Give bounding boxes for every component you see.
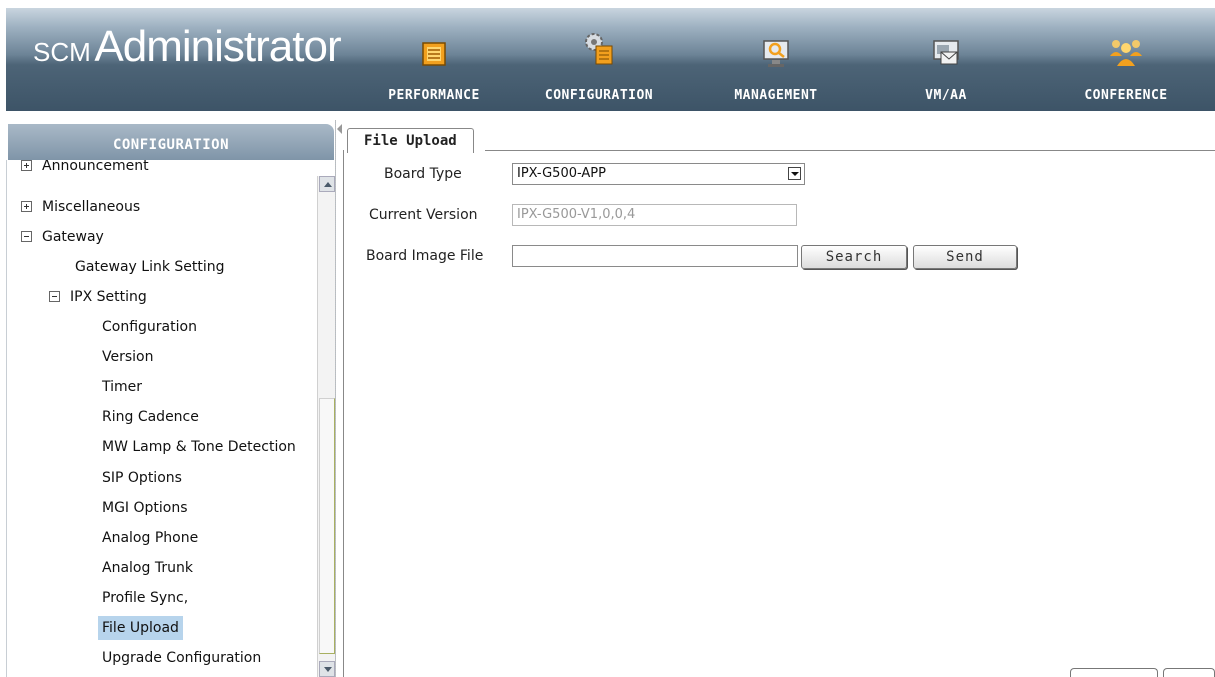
tree-item-miscellaneous[interactable]: Miscellaneous [21, 195, 140, 219]
tree-item-configuration[interactable]: Configuration [102, 315, 197, 339]
brand-logo: SCM Administrator [33, 22, 342, 72]
tree-item-ipx-setting[interactable]: IPX Setting [49, 285, 147, 309]
nav-management-label: MANAGEMENT [734, 88, 818, 103]
tree-item-label: Analog Phone [102, 530, 199, 546]
tree-item-label: Gateway [42, 229, 104, 245]
management-icon [763, 40, 789, 67]
tree-item-label: Upgrade Configuration [102, 650, 262, 666]
tree-item-profile-sync[interactable]: Profile Sync, [102, 586, 188, 610]
sidebar-title: CONFIGURATION [112, 137, 230, 153]
nav-vmaa[interactable]: VM/AA [876, 8, 1016, 111]
sidebar-header: CONFIGURATION [8, 124, 334, 160]
tree-item-upgrade-configuration[interactable]: Upgrade Configuration [102, 646, 261, 670]
bottom-button-2[interactable] [1163, 668, 1215, 677]
tree-item-gateway-link-setting[interactable]: Gateway Link Setting [75, 255, 225, 279]
tree-item-gateway[interactable]: Gateway [21, 225, 104, 249]
board-image-file-input[interactable] [512, 245, 798, 267]
tree-item-label: Timer [102, 379, 143, 395]
tree-item-label: Ring Cadence [102, 409, 199, 425]
vmaa-icon [933, 40, 959, 65]
collapse-icon[interactable] [49, 291, 60, 302]
scroll-thumb[interactable] [319, 398, 335, 654]
sidebar: CONFIGURATION Announcement Miscellaneous… [6, 120, 336, 677]
tree-item-label: Configuration [102, 319, 197, 335]
nav-management[interactable]: MANAGEMENT [706, 8, 846, 111]
nav-performance[interactable]: PERFORMANCE [363, 8, 505, 111]
tree-item-label: Profile Sync, [102, 590, 189, 606]
nav-configuration[interactable]: CONFIGURATION [524, 8, 674, 111]
expand-icon[interactable] [21, 160, 32, 171]
tree-item-timer[interactable]: Timer [102, 375, 142, 399]
tree-item-label: IPX Setting [70, 289, 147, 305]
tree-item-label: File Upload [102, 620, 179, 636]
tree-item-sip-options[interactable]: SIP Options [102, 466, 182, 490]
tree-item-label: MW Lamp & Tone Detection [102, 439, 296, 455]
board-type-label: Board Type [384, 166, 462, 182]
tree-item-label: Version [102, 349, 154, 365]
brand-large: Administrator [94, 22, 341, 71]
chevron-down-icon[interactable] [788, 167, 801, 180]
current-version-field: IPX-G500-V1,0,0,4 [512, 204, 797, 226]
scroll-down-button[interactable] [319, 661, 335, 677]
tab-divider [485, 150, 1215, 151]
tree-item-label: SIP Options [102, 470, 182, 486]
scroll-up-button[interactable] [319, 176, 335, 192]
current-version-label: Current Version [369, 207, 478, 223]
tab-file-upload[interactable]: File Upload [347, 128, 474, 153]
content-border [343, 150, 344, 677]
main-panel: File Upload Board Type IPX-G500-APP Curr… [343, 120, 1215, 677]
collapse-icon[interactable] [21, 231, 32, 242]
config-tree: Announcement Miscellaneous Gateway Gatew… [6, 160, 314, 677]
board-type-value: IPX-G500-APP [517, 166, 606, 181]
tree-item-label: Miscellaneous [42, 199, 141, 215]
tree-item-label: Announcement [42, 160, 149, 174]
tree-item-mgi-options[interactable]: MGI Options [102, 496, 188, 520]
performance-icon [422, 42, 446, 66]
board-type-select[interactable]: IPX-G500-APP [512, 163, 805, 185]
panel-splitter[interactable] [335, 120, 343, 677]
tree-item-label: Gateway Link Setting [75, 259, 225, 275]
tree-item-file-upload[interactable]: File Upload [98, 616, 183, 640]
collapse-arrow-icon[interactable] [337, 124, 342, 134]
tree-item-label: MGI Options [102, 500, 188, 516]
tree-item-analog-phone[interactable]: Analog Phone [102, 526, 198, 550]
tree-item-announcement[interactable]: Announcement [21, 160, 149, 178]
conference-icon [1110, 40, 1142, 66]
nav-configuration-label: CONFIGURATION [544, 88, 654, 103]
app-header: SCM Administrator PERFORMANCE CONFIGURAT… [6, 8, 1215, 111]
nav-performance-label: PERFORMANCE [388, 88, 480, 103]
tree-item-mw-lamp[interactable]: MW Lamp & Tone Detection [102, 435, 296, 459]
search-button[interactable]: Search [801, 245, 907, 269]
sidebar-scrollbar[interactable] [317, 176, 335, 677]
board-image-file-label: Board Image File [366, 248, 484, 264]
tree-item-version[interactable]: Version [102, 345, 153, 369]
configuration-icon [585, 33, 613, 65]
brand-small: SCM [33, 37, 91, 67]
arrow-up-icon [324, 182, 332, 187]
arrow-down-icon [324, 667, 332, 672]
tree-item-ring-cadence[interactable]: Ring Cadence [102, 405, 199, 429]
send-button[interactable]: Send [913, 245, 1017, 269]
nav-vmaa-label: VM/AA [925, 88, 967, 103]
tree-item-label: Analog Trunk [102, 560, 193, 576]
expand-icon[interactable] [21, 201, 32, 212]
tree-item-analog-trunk[interactable]: Analog Trunk [102, 556, 193, 580]
nav-conference-label: CONFERENCE [1084, 88, 1168, 103]
bottom-button[interactable] [1070, 668, 1158, 677]
nav-conference[interactable]: CONFERENCE [1046, 8, 1206, 111]
